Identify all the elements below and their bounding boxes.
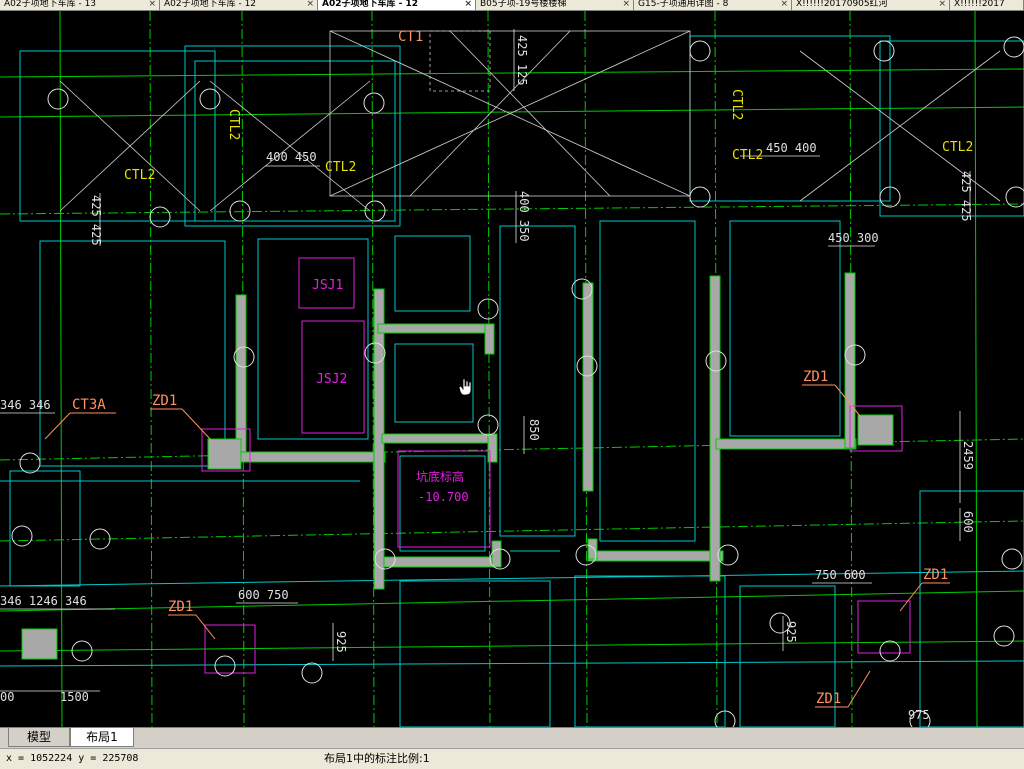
dim-346-1246-346: 346 1246 346 — [0, 594, 87, 608]
close-icon[interactable]: × — [306, 0, 314, 9]
doc-tab-4[interactable]: B05子项-19号楼楼梯 × — [476, 0, 634, 10]
doc-tab-label: A02子项地下车库 - 12 — [322, 0, 419, 9]
label-pit-value: -10.700 — [418, 490, 469, 504]
dim-600-750: 600 750 — [238, 588, 289, 602]
doc-tab-label: G15-子项通用详图 - 8 — [638, 0, 729, 9]
label-ct1: CT1 — [398, 29, 423, 45]
close-icon[interactable]: × — [938, 0, 946, 9]
dim-975: 975 — [908, 708, 930, 722]
tab-model[interactable]: 模型 — [8, 728, 70, 747]
doc-tab-7[interactable]: X!!!!!!2017 — [950, 0, 1024, 10]
dim-1500: 1500 — [60, 690, 89, 704]
label-ct3a: CT3A — [72, 397, 106, 413]
doc-tab-label: B05子项-19号楼楼梯 — [480, 0, 567, 9]
dim-400-450: 400 450 — [266, 150, 317, 164]
doc-tab-6[interactable]: X!!!!!!20170905红河 × — [792, 0, 950, 10]
dim-925-a: 925 — [334, 631, 348, 653]
dim-425-125-top: 425 125 — [515, 35, 529, 86]
layout-tab-bar: 模型 布局1 — [0, 727, 1024, 748]
dim-600-right: 600 — [961, 511, 975, 533]
doc-tab-5[interactable]: G15-子项通用详图 - 8 × — [634, 0, 792, 10]
dim-2459: 2459 — [961, 441, 975, 470]
coordinate-readout: x = 1052224 y = 225708 — [6, 753, 139, 764]
dim-450-400: 450 400 — [766, 141, 817, 155]
doc-tab-label: A02子项地下车库 - 13 — [4, 0, 97, 9]
label-ctl2-d: CTL2 — [729, 89, 744, 120]
doc-tab-label: X!!!!!!20170905红河 — [796, 0, 888, 9]
close-icon[interactable]: × — [622, 0, 630, 9]
dim-346-346-top: 346 346 — [0, 398, 51, 412]
dim-00: 00 — [0, 690, 14, 704]
drawing-canvas[interactable]: CTL2 CTL2 CTL2 CTL2 CTL2 CTL2 CT1 CT3A Z… — [0, 11, 1024, 727]
tab-layout1[interactable]: 布局1 — [70, 728, 134, 747]
label-zd1-b: ZD1 — [803, 369, 828, 385]
document-tab-bar: A02子项地下车库 - 13 × A02子项地下车库 - 12 × A02子项地下车… — [0, 0, 1024, 11]
label-ctl2-e: CTL2 — [732, 148, 763, 163]
label-zd1-e: ZD1 — [816, 691, 841, 707]
label-zd1-d: ZD1 — [923, 567, 948, 583]
label-ctl2-f: CTL2 — [942, 140, 973, 155]
doc-tab-label: A02子项地下车库 - 12 — [164, 0, 257, 9]
label-ctl2-a: CTL2 — [124, 168, 155, 183]
close-icon[interactable]: × — [780, 0, 788, 9]
dim-425-425-right: 425 425 — [959, 171, 973, 222]
close-icon[interactable]: × — [148, 0, 156, 9]
dim-400-350: 400 350 — [517, 191, 531, 242]
hand-cursor-icon — [458, 378, 472, 396]
label-jsj1: JSJ1 — [312, 278, 343, 293]
dim-925-b: 925 — [784, 621, 798, 643]
doc-tab-2[interactable]: A02子项地下车库 - 12 × — [160, 0, 318, 10]
dim-850: 850 — [527, 419, 541, 441]
doc-tab-label: X!!!!!!2017 — [954, 0, 1005, 9]
status-bar: x = 1052224 y = 225708 布局1中的标注比例:1 — [0, 748, 1024, 769]
label-jsj2: JSJ2 — [316, 372, 347, 387]
label-pit-title: 坑底标高 — [416, 469, 464, 484]
close-icon[interactable]: × — [464, 0, 472, 9]
dim-425-425-left: 425 425 — [89, 195, 103, 246]
doc-tab-1[interactable]: A02子项地下车库 - 13 × — [0, 0, 160, 10]
canvas-background — [0, 11, 1024, 727]
dim-450-300: 450 300 — [828, 231, 879, 245]
doc-tab-3-active[interactable]: A02子项地下车库 - 12 × — [318, 0, 476, 10]
dim-750-600: 750 600 — [815, 568, 866, 582]
label-zd1-c: ZD1 — [168, 599, 193, 615]
label-ctl2-c: CTL2 — [325, 160, 356, 175]
label-zd1-a: ZD1 — [152, 393, 177, 409]
status-message: 布局1中的标注比例:1 — [324, 752, 430, 765]
label-ctl2-b: CTL2 — [226, 109, 241, 140]
